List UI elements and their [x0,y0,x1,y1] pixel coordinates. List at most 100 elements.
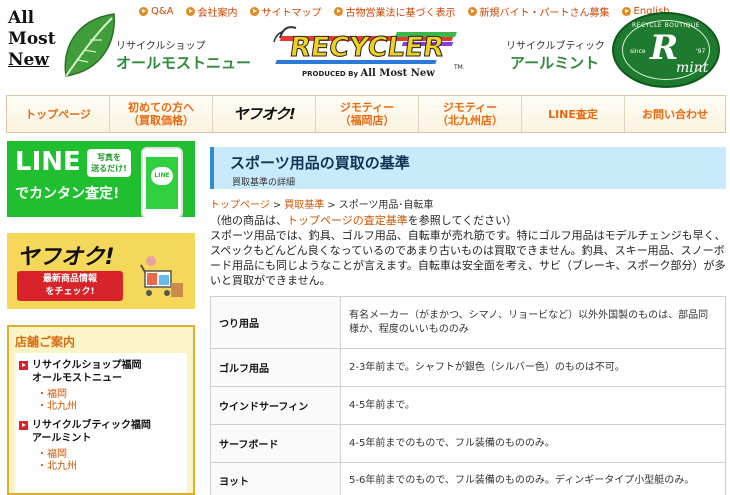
top-link-company[interactable]: 会社案内 [185,4,238,19]
store-guide-box: 店舗ご案内 リサイクルショップ福岡 オールモストニュー 福岡 北九州 リサイクル… [7,325,195,495]
breadcrumb-separator: > [327,200,336,211]
arrow-bullet-icon [333,7,343,16]
page-subtitle: 買取基準の詳細 [232,178,296,188]
site-header: All Most New リサイクルショップ オールモストニュー Q&A 会社案… [0,0,730,92]
arrow-bullet-icon [185,7,195,16]
top-link-sitemap[interactable]: サイトマップ [249,4,322,19]
top-link-antique-law[interactable]: 古物営業法に基づく表示 [333,4,456,19]
store-allmostnew-link[interactable]: リサイクルショップ福岡 オールモストニュー [15,359,187,385]
recycler-logo[interactable]: RECYCLER PRODUCED By All Most New TM. [262,18,472,90]
line-banner-bubble: 写真を 送るだけ! [87,149,131,177]
line-banner-subtitle: でカンタン査定! [15,186,120,202]
arrow-bullet-icon [139,7,148,16]
breadcrumb-top-page[interactable]: トップページ [210,200,270,211]
mint-name[interactable]: アールミント [510,52,599,73]
trademark-mark: TM. [454,64,465,71]
nav-label: 初めての方へ （買取価格） [128,101,194,127]
nav-first-time[interactable]: 初めての方へ （買取価格） [110,96,213,132]
top-links: Q&A 会社案内 サイトマップ 古物営業法に基づく表示 新規バイト・パートさん募… [139,4,682,19]
store-branch-fukuoka[interactable]: 福岡 [15,389,187,401]
table-description: 有名メーカー（がまかつ、シマノ、リョービなど）以外外国製のものは、部品同様か、程… [340,296,726,349]
arrow-bullet-icon [249,7,259,16]
shop-caption: リサイクルショップ [116,41,206,52]
store-list: リサイクルショップ福岡 オールモストニュー 福岡 北九州 リサイクルブティック福… [15,353,187,493]
smartphone-icon: LINE [141,147,183,217]
nav-contact[interactable]: お問い合わせ [625,96,725,132]
store-rmint-link[interactable]: リサイクルブティック福岡 アールミント [15,419,187,445]
table-row: ゴルフ用品 2-3年前まで。シャフトが銀色（シルバー色）のものは不可。 [210,348,726,387]
logo-line-new: New [8,50,49,70]
main-nav: トップページ 初めての方へ （買取価格） ヤフオク! ジモティー （福岡店） ジ… [6,95,726,133]
produced-brand: All Most New [360,68,435,79]
top-link-label: サイトマップ [261,8,322,19]
table-category: ゴルフ用品 [210,348,341,387]
store-branch-kitakyushu[interactable]: 北九州 [15,461,187,473]
shopping-cart-icon [140,256,183,297]
line-app-icon: LINE [151,167,173,185]
table-row: つり用品 有名メーカー（がまかつ、シマノ、リョービなど）以外外国製のものは、部品… [210,296,726,349]
rmint-logo[interactable]: RECYCLE BOUTIQUE R since '97 mint [612,12,720,88]
badge-letter: R [650,28,679,68]
breadcrumb-purchase-criteria[interactable]: 買取基準 [284,200,324,211]
allmostnew-logo[interactable]: All Most New [4,8,116,90]
line-appraisal-banner[interactable]: LINE でカンタン査定! 写真を 送るだけ! LINE [7,141,195,217]
badge-year: '97 [696,48,706,55]
top-link-label: 古物営業法に基づく表示 [345,8,456,19]
mint-caption: リサイクルブティック [506,41,605,52]
arrow-bullet-icon [467,7,477,16]
logo-line-all: All [8,8,35,28]
nav-label: LINE査定 [548,107,598,121]
table-category: サーフボード [210,424,341,463]
nav-label: トップページ [25,107,91,121]
table-description: 2-3年前まで。シャフトが銀色（シルバー色）のものは不可。 [340,348,726,387]
store-guide-title: 店舗ご案内 [15,335,76,349]
intro-text: （他の商品は、トップページの査定基準を参照してください） スポーツ用品では、釣具… [210,213,726,288]
breadcrumb: トップページ > 買取基準 > スポーツ用品･自転車 [210,196,433,211]
nav-top-page[interactable]: トップページ [7,96,110,132]
produced-by: PRODUCED By All Most New [302,68,435,79]
arrow-bullet-icon [621,7,631,16]
nav-jmty-fukuoka[interactable]: ジモティー （福岡店） [316,96,419,132]
top-link-label: 新規バイト・パートさん募集 [479,8,610,19]
yahoo-banner-title: ヤフオク! [17,245,115,270]
store-branch-kitakyushu[interactable]: 北九州 [15,401,187,413]
table-row: ヨット 5-6年前までのもので、フル装備のもののみ。ディンギータイプ小型艇のみ。 [210,462,726,495]
produced-by-label: PRODUCED By [302,70,359,78]
nav-line-appraisal[interactable]: LINE査定 [522,96,625,132]
breadcrumb-separator: > [272,200,282,211]
nav-label: お問い合わせ [642,107,708,121]
breadcrumb-current: スポーツ用品･自転車 [338,200,434,211]
table-description: 5-6年前までのもので、フル装備のもののみ。ディンギータイプ小型艇のみ。 [340,462,726,495]
allmostnew-logo-text: All Most New [8,8,56,71]
store-name: リサイクルブティック福岡 アールミント [32,420,151,444]
top-link-label: Q&A [151,6,174,17]
intro-prefix: （他の商品は、 [210,214,287,227]
intro-suffix: を参照してください） [407,214,518,227]
nav-label: ジモティー （北九州店） [437,101,503,127]
criteria-table: つり用品 有名メーカー（がまかつ、シマノ、リョービなど）以外外国製のものは、部品… [210,296,726,495]
table-description: 4-5年前まで。 [340,386,726,425]
store-name: リサイクルショップ福岡 オールモストニュー [32,360,142,384]
leaf-icon [64,13,115,77]
shop-name[interactable]: オールモストニュー [116,52,251,73]
yahoo-auction-banner[interactable]: ヤフオク! 最新商品情報 をチェック! [7,233,195,309]
table-category: ヨット [210,462,341,495]
table-category: つり用品 [210,296,341,349]
top-link-recruit[interactable]: 新規バイト・パートさん募集 [467,4,610,19]
table-category: ウインドサーフィン [210,386,341,425]
store-branch-fukuoka[interactable]: 福岡 [15,449,187,461]
table-row: ウインドサーフィン 4-5年前まで。 [210,386,726,425]
nav-jmty-kitakyushu[interactable]: ジモティー （北九州店） [419,96,522,132]
arrow-bullet-icon [19,361,28,370]
recycler-wordmark: RECYCLER [287,32,447,64]
nav-yahoo-auction[interactable]: ヤフオク! [213,96,316,132]
table-description: 4-5年前までのもので、フル装備のもののみ。 [340,424,726,463]
nav-label: ヤフオク! [233,104,296,123]
badge-since: since [630,48,646,55]
top-link-qa[interactable]: Q&A [139,4,174,19]
intro-body: スポーツ用品では、釣具、ゴルフ用品、自転車が売れ筋です。特にゴルフ用品はモデルチ… [210,229,726,287]
nav-label: ジモティー （福岡店） [339,101,395,127]
top-page-criteria-link[interactable]: トップページの査定基準 [287,214,408,227]
page-heading: スポーツ用品の買取の基準 買取基準の詳細 [210,147,726,189]
yahoo-banner-subtitle: 最新商品情報 をチェック! [17,271,123,301]
